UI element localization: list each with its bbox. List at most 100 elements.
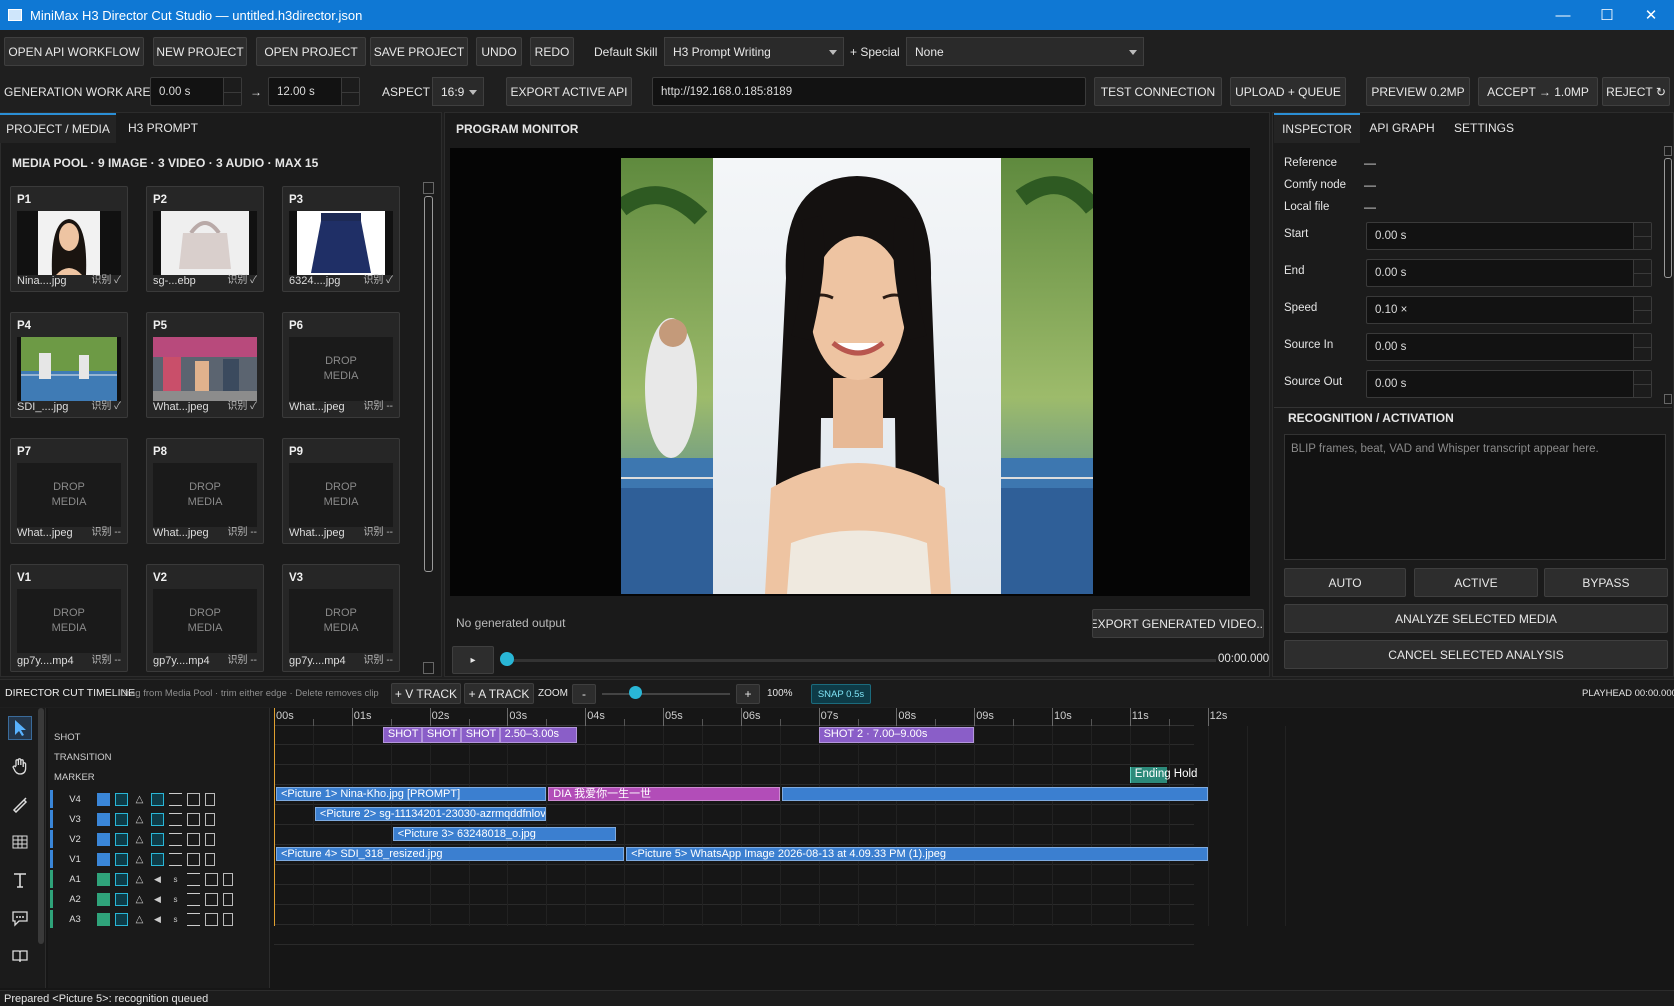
track-header-a2[interactable]: A2 △ ◀ s	[50, 890, 252, 908]
settings-sliders-icon[interactable]	[169, 832, 182, 846]
zoom-slider-handle[interactable]	[629, 686, 642, 699]
marker-ending-hold[interactable]: Ending Hold	[1129, 767, 1202, 783]
analyze-selected-media-button[interactable]: ANALYZE SELECTED MEDIA	[1284, 604, 1668, 633]
trash-icon[interactable]	[205, 852, 215, 866]
track-header-v2[interactable]: V2 △	[50, 830, 252, 848]
reject-button[interactable]: REJECT ↻	[1602, 77, 1670, 106]
trash-icon[interactable]	[223, 872, 233, 886]
shot-block[interactable]: 2.50–3.00s	[499, 727, 578, 743]
shot-block[interactable]: SHOT	[460, 727, 500, 743]
track-header-a1[interactable]: A1 △ ◀ s	[50, 870, 252, 888]
track-color-swatch[interactable]	[97, 812, 110, 826]
track-color-swatch[interactable]	[97, 852, 110, 866]
special-select[interactable]: None	[906, 37, 1144, 66]
media-card-p8[interactable]: P8 DROP MEDIA What...jpeg 识别 --	[146, 438, 264, 544]
scroll-down-icon[interactable]	[423, 662, 434, 674]
frame-icon[interactable]	[205, 912, 218, 926]
frame-icon[interactable]	[205, 872, 218, 886]
tab-inspector[interactable]: INSPECTOR	[1274, 113, 1360, 143]
zoom-slider[interactable]	[602, 693, 730, 695]
lock-icon[interactable]: △	[133, 813, 146, 826]
bypass-button[interactable]: BYPASS	[1544, 568, 1668, 597]
lock-icon[interactable]: △	[133, 793, 146, 806]
shot-block[interactable]: SHOT	[421, 727, 461, 743]
media-card-p3[interactable]: P3 6324....jpg 识别 ✓	[282, 186, 400, 292]
track-header-v4[interactable]: V4 △	[50, 790, 252, 808]
timeline-clip[interactable]: DIA 我爱你一生一世	[548, 787, 780, 801]
speed-field[interactable]: 0.10 ×	[1366, 296, 1652, 324]
sync-icon[interactable]	[115, 832, 128, 846]
minimize-button[interactable]: —	[1540, 0, 1586, 30]
sync-icon[interactable]	[115, 892, 128, 906]
frame-icon[interactable]	[187, 832, 200, 846]
lock-icon[interactable]: △	[133, 873, 146, 886]
media-card-p5[interactable]: P5 What...jpeg 识别 ✓	[146, 312, 264, 418]
export-generated-video-button[interactable]: EXPORT GENERATED VIDEO...	[1092, 609, 1264, 638]
spin-buttons[interactable]	[1633, 223, 1651, 249]
tab-settings[interactable]: SETTINGS	[1444, 113, 1524, 143]
start-field[interactable]: 0.00 s	[1366, 222, 1652, 250]
snap-toggle[interactable]: SNAP 0.5s	[811, 684, 871, 704]
media-card-p9[interactable]: P9 DROP MEDIA What...jpeg 识别 --	[282, 438, 400, 544]
test-connection-button[interactable]: TEST CONNECTION	[1094, 77, 1222, 106]
media-card-v2[interactable]: V2 DROP MEDIA gp7y....mp4 识别 --	[146, 564, 264, 672]
tab-api-graph[interactable]: API GRAPH	[1362, 113, 1442, 143]
media-card-v1[interactable]: V1 DROP MEDIA gp7y....mp4 识别 --	[10, 564, 128, 672]
text-tool-icon[interactable]	[8, 868, 32, 892]
track-color-swatch[interactable]	[97, 872, 110, 886]
aspect-select[interactable]: 16:9	[432, 77, 484, 106]
solo-icon[interactable]: s	[169, 913, 182, 926]
frame-icon[interactable]	[187, 812, 200, 826]
solo-icon[interactable]: s	[169, 893, 182, 906]
play-button[interactable]: ▸	[452, 646, 494, 674]
spin-buttons[interactable]	[1633, 260, 1651, 286]
settings-sliders-icon[interactable]	[187, 892, 200, 906]
add-v-track-button[interactable]: + V TRACK	[391, 683, 461, 704]
lock-icon[interactable]: △	[133, 893, 146, 906]
frame-icon[interactable]	[187, 852, 200, 866]
default-skill-select[interactable]: H3 Prompt Writing	[664, 37, 844, 66]
eye-icon[interactable]	[151, 852, 164, 866]
settings-sliders-icon[interactable]	[169, 792, 182, 806]
redo-button[interactable]: REDO	[530, 37, 574, 66]
timeline-clip[interactable]: <Picture 4> SDI_318_resized.jpg	[276, 847, 625, 861]
track-color-swatch[interactable]	[97, 892, 110, 906]
source-out-field[interactable]: 0.00 s	[1366, 370, 1652, 398]
track-color-swatch[interactable]	[97, 912, 110, 926]
frame-icon[interactable]	[205, 892, 218, 906]
comment-tool-icon[interactable]	[8, 906, 32, 930]
lock-icon[interactable]: △	[133, 833, 146, 846]
auto-button[interactable]: AUTO	[1284, 568, 1406, 597]
razor-tool-icon[interactable]	[8, 792, 32, 816]
solo-icon[interactable]: s	[169, 873, 182, 886]
book-tool-icon[interactable]	[8, 944, 32, 968]
source-in-field[interactable]: 0.00 s	[1366, 333, 1652, 361]
timeline-clip[interactable]: <Picture 1> Nina-Kho.jpg [PROMPT]	[276, 787, 547, 801]
settings-sliders-icon[interactable]	[187, 912, 200, 926]
timeline-clip[interactable]: <Picture 3> 63248018_o.jpg	[392, 827, 617, 841]
sync-icon[interactable]	[115, 812, 128, 826]
cancel-selected-analysis-button[interactable]: CANCEL SELECTED ANALYSIS	[1284, 640, 1668, 669]
tab-project-media[interactable]: PROJECT / MEDIA	[0, 113, 116, 143]
trash-icon[interactable]	[205, 792, 215, 806]
mute-icon[interactable]: ◀	[151, 913, 164, 926]
mute-icon[interactable]: ◀	[151, 893, 164, 906]
settings-sliders-icon[interactable]	[169, 812, 182, 826]
scroll-up-icon[interactable]	[1664, 146, 1672, 156]
timeline-clip[interactable]: <Picture 2> sg-11134201-23030-azrmqddfnl…	[314, 807, 547, 821]
new-project-button[interactable]: NEW PROJECT	[153, 37, 247, 66]
trash-icon[interactable]	[205, 812, 215, 826]
toolbox-scroll-thumb[interactable]	[38, 708, 44, 944]
playhead-line[interactable]	[274, 708, 275, 926]
close-button[interactable]: ✕	[1628, 0, 1674, 30]
add-a-track-button[interactable]: + A TRACK	[464, 683, 534, 704]
track-color-swatch[interactable]	[97, 792, 110, 806]
timeline-clip[interactable]	[781, 787, 1208, 801]
preview-button[interactable]: PREVIEW 0.2MP	[1366, 77, 1470, 106]
sync-icon[interactable]	[115, 872, 128, 886]
hand-tool-icon[interactable]	[8, 754, 32, 778]
select-tool-icon[interactable]	[8, 716, 32, 740]
media-card-p7[interactable]: P7 DROP MEDIA What...jpeg 识别 --	[10, 438, 128, 544]
inspector-scrollbar[interactable]	[1663, 146, 1673, 404]
eye-icon[interactable]	[151, 832, 164, 846]
